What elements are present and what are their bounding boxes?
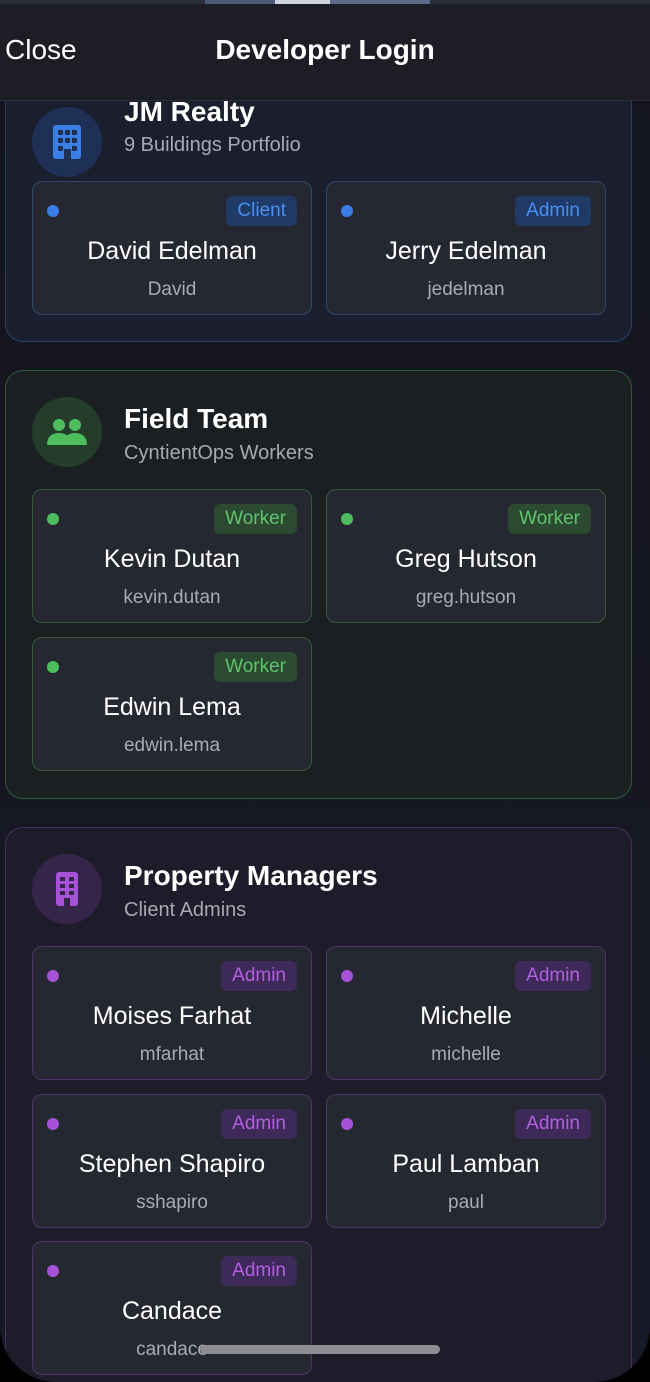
section-icon-badge [32,854,102,924]
home-indicator[interactable] [200,1345,440,1354]
account-username: kevin.dutan [123,587,221,608]
people-icon [47,419,87,445]
status-dot [341,970,353,982]
account-card-stephen-shapiro[interactable]: Admin Stephen Shapiro sshapiro [32,1094,312,1228]
role-badge: Admin [515,196,591,226]
status-dot [341,513,353,525]
section-subtitle: Client Admins [124,899,247,921]
account-username: David [147,279,197,300]
status-dot [47,661,59,673]
account-username: mfarhat [139,1044,205,1065]
account-name: Paul Lamban [392,1150,540,1178]
account-name: Edwin Lema [103,693,241,721]
account-card-david-edelman[interactable]: Client David Edelman David [32,181,312,315]
role-badge: Admin [221,1256,297,1286]
navigation-bar: Close Developer Login [0,4,650,101]
account-name: David Edelman [87,237,257,265]
role-badge: Client [226,196,297,226]
section-subtitle: CyntientOps Workers [124,442,314,464]
account-card-paul-lamban[interactable]: Admin Paul Lamban paul [326,1094,606,1228]
status-dot [47,513,59,525]
role-badge: Worker [214,504,297,534]
account-username: sshapiro [136,1192,208,1213]
account-name: Kevin Dutan [103,545,241,573]
account-name: Moises Farhat [92,1002,252,1030]
status-dot [341,205,353,217]
section-header: Property Managers Client Admins [6,828,631,928]
role-badge: Worker [214,652,297,682]
account-card-michelle[interactable]: Admin Michelle michelle [326,946,606,1080]
account-card-jerry-edelman[interactable]: Admin Jerry Edelman jedelman [326,181,606,315]
section-title: Property Managers [124,860,378,891]
status-dot [47,205,59,217]
section-jm-realty: JM Realty 9 Buildings Portfolio Client D… [5,80,632,342]
section-header: Field Team CyntientOps Workers [6,371,631,471]
account-username: edwin.lema [123,735,221,756]
section-field-team: Field Team CyntientOps Workers Worker Ke… [5,370,632,799]
account-name: Greg Hutson [395,545,537,573]
account-card-moises-farhat[interactable]: Admin Moises Farhat mfarhat [32,946,312,1080]
apartment-building-icon [56,872,78,906]
screen: JM Realty 9 Buildings Portfolio Client D… [0,0,650,1382]
account-name: Jerry Edelman [385,237,547,265]
status-dot [341,1118,353,1130]
status-dot [47,970,59,982]
account-card-greg-hutson[interactable]: Worker Greg Hutson greg.hutson [326,489,606,623]
role-badge: Admin [515,961,591,991]
account-username: greg.hutson [415,587,517,608]
section-icon-badge [32,107,102,177]
account-username: michelle [431,1044,501,1065]
section-subtitle: 9 Buildings Portfolio [124,134,301,156]
page-title: Developer Login [215,34,435,65]
account-card-kevin-dutan[interactable]: Worker Kevin Dutan kevin.dutan [32,489,312,623]
account-name: Michelle [420,1002,512,1030]
role-badge: Worker [508,504,591,534]
role-badge: Admin [515,1109,591,1139]
account-username: paul [448,1192,484,1213]
building-icon [53,125,81,159]
account-name: Stephen Shapiro [78,1150,266,1178]
section-property-managers: Property Managers Client Admins Admin Mo… [5,827,632,1382]
section-title: Field Team [124,403,269,434]
role-badge: Admin [221,1109,297,1139]
role-badge: Admin [221,961,297,991]
account-card-edwin-lema[interactable]: Worker Edwin Lema edwin.lema [32,637,312,771]
account-name: Candace [121,1297,223,1325]
account-username: jedelman [427,279,505,300]
status-dot [47,1118,59,1130]
status-dot [47,1265,59,1277]
section-icon-badge [32,397,102,467]
account-card-candace[interactable]: Admin Candace candace [32,1241,312,1375]
